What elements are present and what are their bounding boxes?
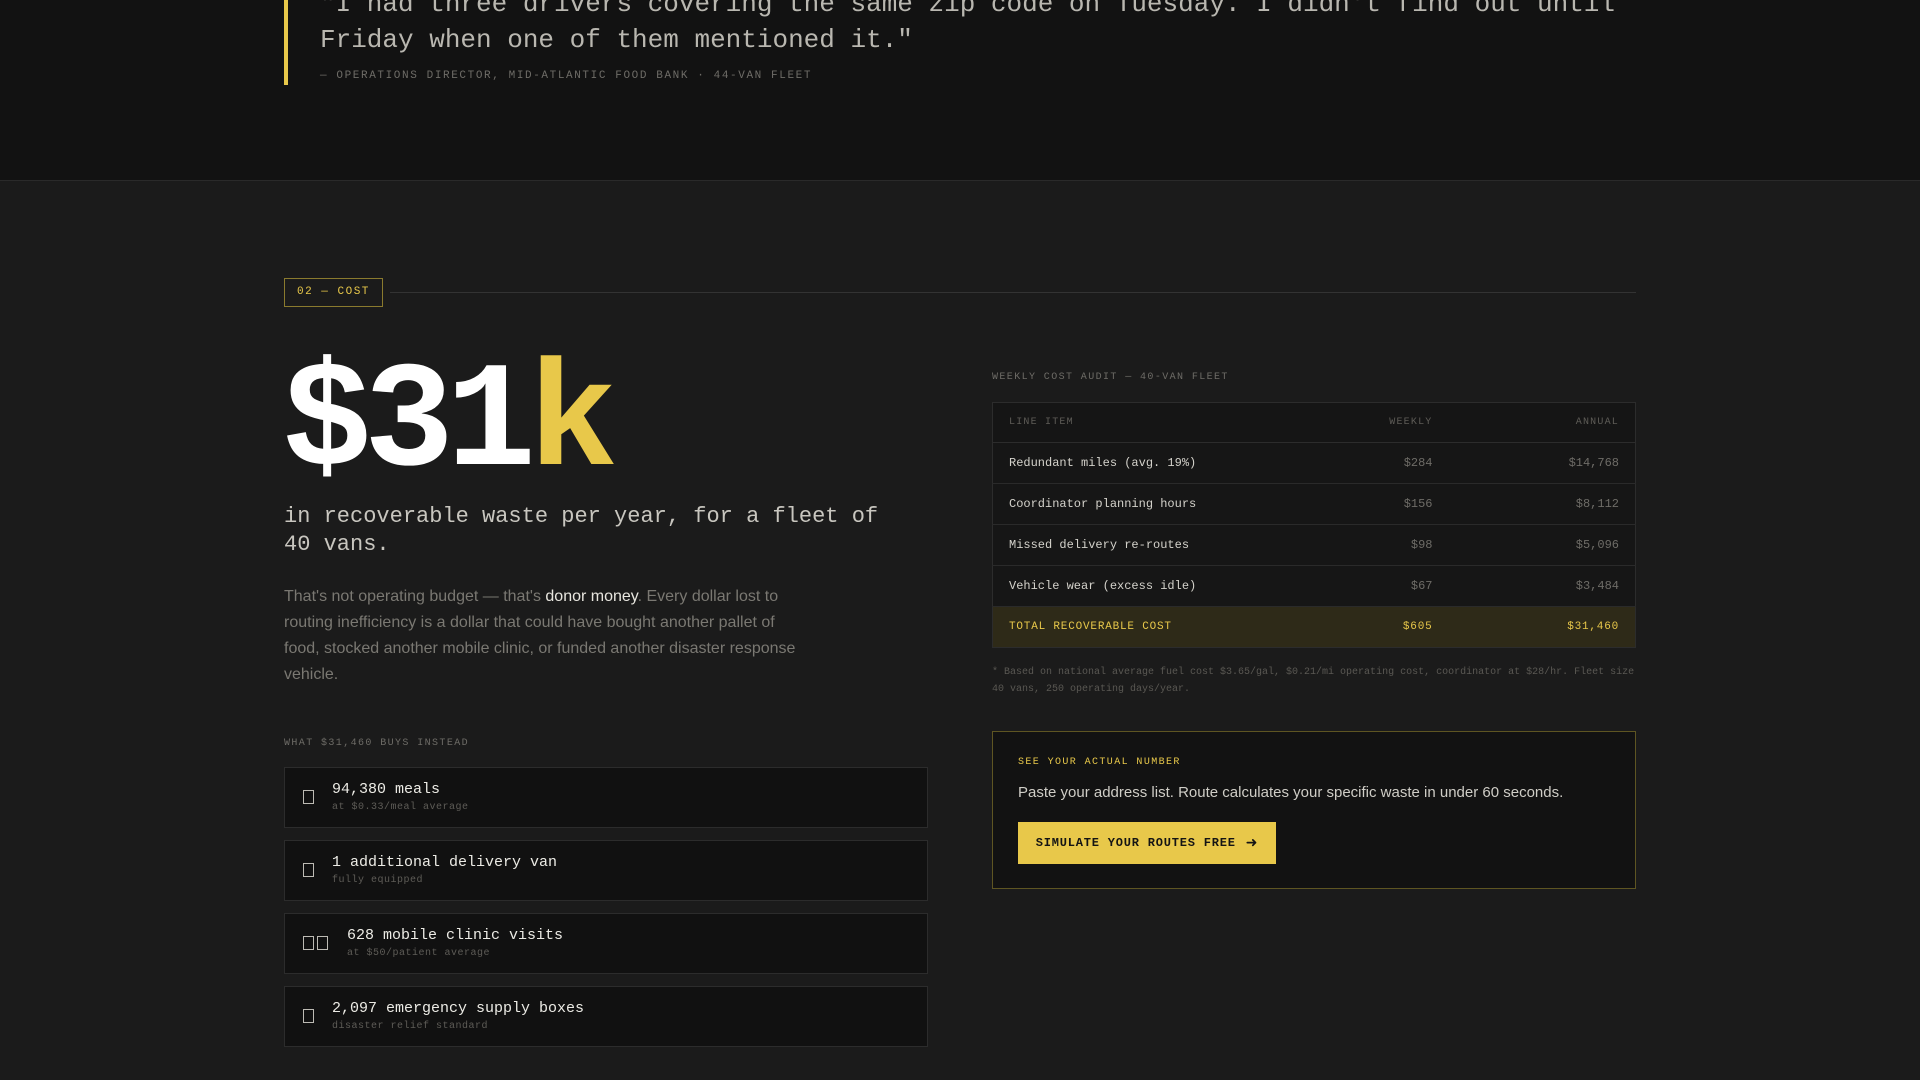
table-row: Coordinator planning hours $156 $8,112 bbox=[992, 483, 1636, 525]
buy-item-title: 628 mobile clinic visits bbox=[347, 927, 564, 944]
row-line-item: Vehicle wear (excess idle) bbox=[992, 565, 1313, 607]
meal-icon bbox=[303, 790, 314, 804]
row-line-item: Missed delivery re-routes bbox=[992, 524, 1313, 566]
arrow-right-icon: ➜ bbox=[1245, 835, 1259, 851]
section-divider bbox=[390, 292, 1636, 293]
column-header-line-item: LINE ITEM bbox=[992, 402, 1313, 443]
row-line-item: Redundant miles (avg. 19%) bbox=[992, 442, 1313, 484]
table-row: Redundant miles (avg. 19%) $284 $14,768 bbox=[992, 442, 1636, 484]
buy-item-clinic: 628 mobile clinic visits at $50/patient … bbox=[284, 913, 928, 974]
cost-suffix: k bbox=[528, 340, 618, 510]
quote-section: "I had three drivers covering the same z… bbox=[0, 0, 1920, 181]
buy-item-meals: 94,380 meals at $0.33/meal average bbox=[284, 767, 928, 828]
row-annual: $8,112 bbox=[1432, 483, 1636, 525]
cost-headline: $31k bbox=[282, 340, 618, 510]
total-annual: $31,460 bbox=[1432, 606, 1636, 648]
cta-description: Paste your address list. Route calculate… bbox=[1018, 784, 1564, 801]
simulate-routes-button[interactable]: SIMULATE YOUR ROUTES FREE ➜ bbox=[1018, 822, 1276, 864]
quote-attribution: — OPERATIONS DIRECTOR, MID-ATLANTIC FOOD… bbox=[320, 70, 813, 82]
total-weekly: $605 bbox=[1312, 606, 1433, 648]
section-tag: 02 — COST bbox=[284, 278, 383, 307]
buy-item-title: 94,380 meals bbox=[332, 781, 441, 798]
table-total-row: TOTAL RECOVERABLE COST $605 $31,460 bbox=[992, 606, 1636, 648]
row-weekly: $67 bbox=[1312, 565, 1433, 607]
van-icon bbox=[303, 863, 314, 877]
quote-accent-bar bbox=[284, 0, 288, 85]
cost-audit-table: LINE ITEM WEEKLY ANNUAL Redundant miles … bbox=[992, 402, 1636, 648]
row-annual: $14,768 bbox=[1432, 442, 1636, 484]
row-weekly: $156 bbox=[1312, 483, 1433, 525]
supply-box-icon bbox=[303, 1009, 314, 1023]
simulate-routes-label: SIMULATE YOUR ROUTES FREE bbox=[1035, 836, 1236, 850]
column-header-annual: ANNUAL bbox=[1432, 402, 1636, 443]
buy-item-subtitle: at $50/patient average bbox=[347, 948, 491, 959]
total-label: TOTAL RECOVERABLE COST bbox=[992, 606, 1313, 648]
row-weekly: $98 bbox=[1312, 524, 1433, 566]
buy-item-subtitle: at $0.33/meal average bbox=[332, 802, 469, 813]
explanation-lead: That's not operating budget — that's bbox=[284, 588, 546, 605]
clinic-icon bbox=[303, 936, 328, 950]
column-header-weekly: WEEKLY bbox=[1312, 402, 1433, 443]
buy-item-subtitle: fully equipped bbox=[332, 875, 424, 886]
row-weekly: $284 bbox=[1312, 442, 1433, 484]
cost-amount: $31 bbox=[282, 340, 536, 510]
quote-text: "I had three drivers covering the same z… bbox=[320, 0, 1616, 55]
table-row: Vehicle wear (excess idle) $67 $3,484 bbox=[992, 565, 1636, 607]
buy-item-van: 1 additional delivery van fully equipped bbox=[284, 840, 928, 901]
buy-item-title: 1 additional delivery van bbox=[332, 854, 558, 871]
explanation-highlight: donor money bbox=[545, 588, 638, 605]
cost-explanation: That's not operating budget — that's don… bbox=[284, 584, 814, 688]
row-annual: $3,484 bbox=[1432, 565, 1636, 607]
row-line-item: Coordinator planning hours bbox=[992, 483, 1313, 525]
table-row: Missed delivery re-routes $98 $5,096 bbox=[992, 524, 1636, 566]
buys-instead-label: WHAT $31,460 BUYS INSTEAD bbox=[284, 738, 470, 749]
buy-item-supply-boxes: 2,097 emergency supply boxes disaster re… bbox=[284, 986, 928, 1047]
table-header-row: LINE ITEM WEEKLY ANNUAL bbox=[992, 402, 1636, 443]
buy-item-title: 2,097 emergency supply boxes bbox=[332, 1000, 585, 1017]
buy-item-subtitle: disaster relief standard bbox=[332, 1021, 489, 1032]
cost-subtitle: in recoverable waste per year, for a fle… bbox=[284, 504, 879, 557]
cta-eyebrow: SEE YOUR ACTUAL NUMBER bbox=[1018, 757, 1181, 768]
audit-footnote: * Based on national average fuel cost $3… bbox=[992, 667, 1635, 695]
cta-panel: SEE YOUR ACTUAL NUMBER Paste your addres… bbox=[992, 731, 1636, 889]
audit-title: WEEKLY COST AUDIT — 40-VAN FLEET bbox=[992, 372, 1229, 383]
row-annual: $5,096 bbox=[1432, 524, 1636, 566]
